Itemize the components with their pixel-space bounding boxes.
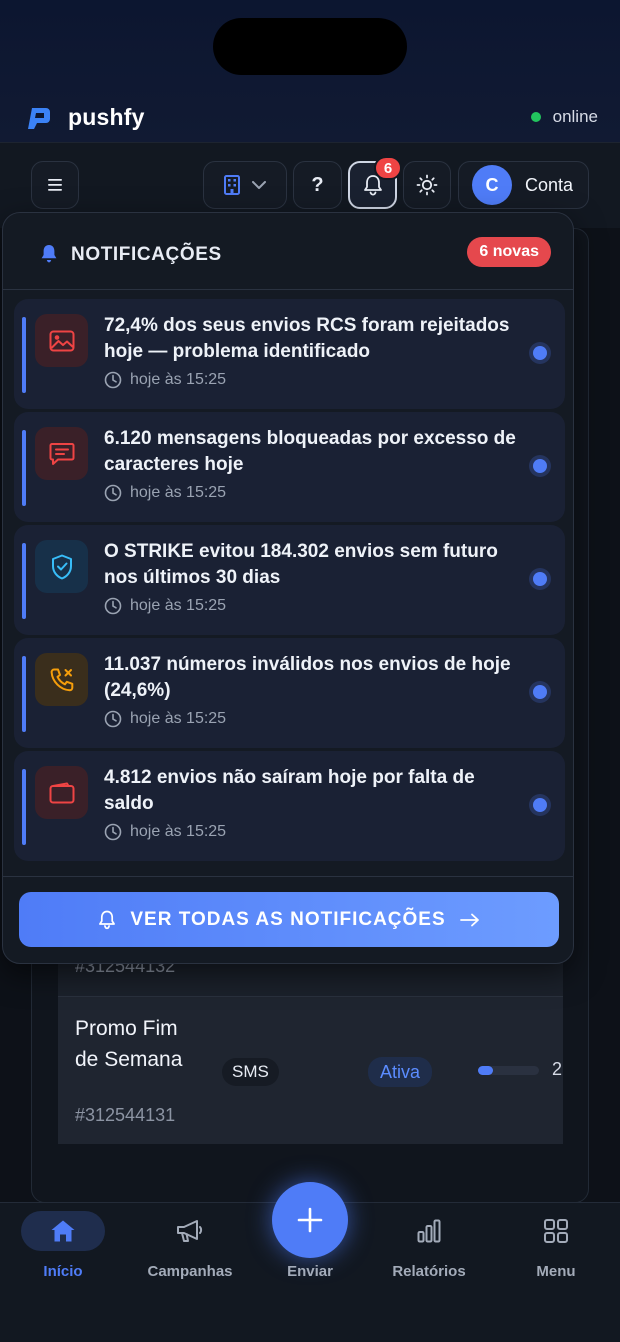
- notification-time: hoje às 15:25: [104, 484, 226, 502]
- notification-time: hoje às 15:25: [104, 597, 226, 615]
- unread-dot: [533, 459, 547, 473]
- notification-item[interactable]: 72,4% dos seus envios RCS foram rejeitad…: [14, 299, 565, 409]
- nav-item-relatorios[interactable]: Relatórios: [374, 1211, 484, 1280]
- campaign-progress-bar: [478, 1066, 539, 1075]
- unread-indicator: [22, 430, 26, 506]
- megaphone-icon: [177, 1220, 203, 1242]
- nav-item-menu[interactable]: Menu: [501, 1211, 611, 1280]
- camera-notch: [213, 18, 407, 75]
- notification-item[interactable]: 6.120 mensagens bloqueadas por excesso d…: [14, 412, 565, 522]
- see-all-label: VER TODAS AS NOTIFICAÇÕES: [130, 908, 446, 930]
- nav-item-inicio[interactable]: Início: [8, 1211, 118, 1280]
- company-selector[interactable]: [203, 161, 287, 209]
- notification-item[interactable]: 4.812 envios não saíram hoje por falta d…: [14, 751, 565, 861]
- nav-label: Campanhas: [147, 1263, 233, 1280]
- divider: [3, 876, 573, 877]
- new-count-badge: 6 novas: [467, 237, 551, 267]
- channel-badge: SMS: [222, 1058, 279, 1086]
- notification-text: 72,4% dos seus envios RCS foram rejeitad…: [104, 315, 510, 362]
- notification-time-label: hoje às 15:25: [130, 823, 227, 840]
- nav-label: Início: [43, 1263, 83, 1280]
- notification-time-label: hoje às 15:25: [130, 484, 227, 501]
- nav-icon-wrap: [514, 1211, 598, 1251]
- nav-icon-wrap: [387, 1211, 471, 1251]
- message-icon: [35, 427, 88, 480]
- phone-x-icon: [35, 653, 88, 706]
- online-dot-icon: [530, 112, 541, 122]
- arrow-right-icon: [459, 913, 479, 926]
- notification-time: hoje às 15:25: [104, 823, 226, 841]
- account-label: Conta: [525, 174, 574, 195]
- unread-indicator: [22, 543, 26, 619]
- nav-item-campanhas[interactable]: Campanhas: [135, 1211, 245, 1280]
- notification-time-label: hoje às 15:25: [130, 371, 227, 388]
- bell-icon: [41, 245, 57, 263]
- plus-icon: [297, 1207, 323, 1233]
- notification-text: 4.812 envios não saíram hoje por falta d…: [104, 767, 475, 814]
- notification-text: O STRIKE evitou 184.302 envios sem futur…: [104, 541, 498, 588]
- unread-indicator: [22, 769, 26, 845]
- clock-icon: [104, 823, 122, 841]
- help-button[interactable]: ?: [293, 161, 342, 209]
- nav-label: Menu: [536, 1263, 576, 1280]
- notification-time: hoje às 15:25: [104, 371, 226, 389]
- notifications-header: NOTIFICAÇÕES 6 novas: [3, 213, 573, 290]
- notification-text: 11.037 números inválidos nos envios de h…: [104, 654, 511, 701]
- campaign-name: Promo Fim de Semana: [75, 1017, 183, 1071]
- notification-item[interactable]: O STRIKE evitou 184.302 envios sem futur…: [14, 525, 565, 635]
- clock-icon: [104, 371, 122, 389]
- notification-count-badge: 6: [374, 156, 402, 180]
- clock-icon: [104, 484, 122, 502]
- home-icon: [51, 1220, 75, 1242]
- hamburger-icon: [48, 179, 62, 191]
- nav-label: Relatórios: [392, 1263, 466, 1280]
- clock-icon: [104, 710, 122, 728]
- hamburger-menu-button[interactable]: [31, 161, 79, 209]
- unread-dot: [533, 346, 547, 360]
- unread-indicator: [22, 656, 26, 732]
- grid-icon: [544, 1219, 568, 1243]
- bar-chart-icon: [417, 1219, 441, 1243]
- unread-dot: [533, 798, 547, 812]
- app-header: pushfy online: [0, 0, 620, 142]
- campaign-progress-fill: [478, 1066, 494, 1075]
- campaign-code: #312544131: [75, 1105, 176, 1125]
- connection-status: online: [530, 107, 598, 127]
- notification-time-label: hoje às 15:25: [130, 597, 227, 614]
- unread-dot: [533, 685, 547, 699]
- avatar: C: [472, 165, 512, 205]
- nav-highlight: [21, 1211, 105, 1251]
- notification-time: hoje às 15:25: [104, 710, 226, 728]
- notifications-title: NOTIFICAÇÕES: [71, 244, 222, 265]
- notifications-panel: NOTIFICAÇÕES 6 novas 72,4% dos seus envi…: [2, 212, 574, 964]
- connection-status-label: online: [552, 107, 598, 126]
- notification-text: 6.120 mensagens bloqueadas por excesso d…: [104, 428, 516, 475]
- theme-toggle-button[interactable]: [403, 161, 451, 209]
- shield-check-icon: [35, 540, 88, 593]
- brand-name: pushfy: [68, 104, 145, 130]
- image-icon: [35, 314, 88, 367]
- send-label: Enviar: [287, 1263, 333, 1280]
- building-icon: [224, 175, 240, 195]
- notification-item[interactable]: 11.037 números inválidos nos envios de h…: [14, 638, 565, 748]
- brand[interactable]: pushfy: [26, 104, 145, 131]
- bell-icon: [99, 910, 116, 929]
- pushfy-logo-icon: [28, 107, 50, 129]
- see-all-notifications-button[interactable]: VER TODAS AS NOTIFICAÇÕES: [19, 892, 559, 947]
- notification-time-label: hoje às 15:25: [130, 710, 227, 727]
- send-fab-button[interactable]: [272, 1182, 348, 1258]
- clock-icon: [104, 597, 122, 615]
- chevron-down-icon: [252, 180, 266, 189]
- sun-icon: [416, 174, 438, 196]
- unread-dot: [533, 572, 547, 586]
- status-badge: Ativa: [368, 1057, 433, 1087]
- nav-icon-wrap: [148, 1211, 232, 1251]
- unread-indicator: [22, 317, 26, 393]
- account-button[interactable]: C Conta: [458, 161, 589, 209]
- table-row[interactable]: Promo Fim de Semana #312544131 SMS Ativa…: [58, 996, 563, 1144]
- campaign-count: 2: [552, 1059, 563, 1079]
- wallet-icon: [35, 766, 88, 819]
